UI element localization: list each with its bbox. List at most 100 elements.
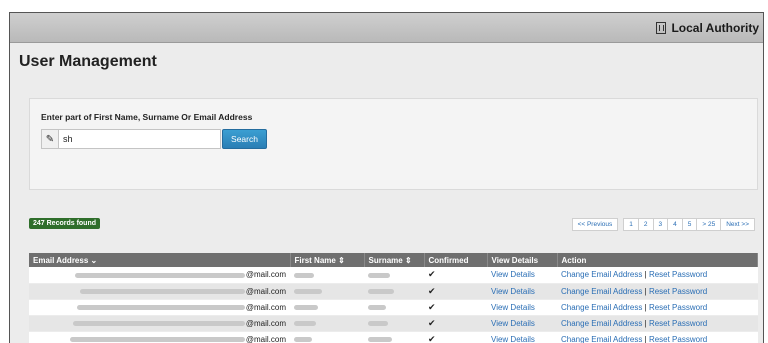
table-row: @mail.com ✔ View Details Change Email Ad… xyxy=(29,315,758,332)
redacted-surname xyxy=(368,336,392,342)
redacted-first-name xyxy=(294,320,316,326)
action-cell: Change Email Address | Reset Password xyxy=(557,315,758,332)
pagination-page-1[interactable]: 1 xyxy=(623,218,639,231)
redacted-email xyxy=(74,272,245,278)
action-separator: | xyxy=(644,302,647,312)
redacted-email xyxy=(72,320,245,326)
pagination-page-2[interactable]: 2 xyxy=(637,218,654,231)
view-details-link[interactable]: View Details xyxy=(491,303,535,312)
email-domain: @mail.com xyxy=(245,302,286,312)
action-separator: | xyxy=(644,286,647,296)
reset-password-link[interactable]: Reset Password xyxy=(649,287,707,296)
first-name-cell xyxy=(290,299,364,316)
reset-password-link[interactable]: Reset Password xyxy=(649,270,707,279)
confirmed-check-icon: ✔ xyxy=(424,299,487,316)
col-action: Action xyxy=(557,253,758,267)
surname-cell xyxy=(364,331,424,343)
confirmed-check-icon: ✔ xyxy=(424,283,487,300)
pagination-page-3[interactable]: 3 xyxy=(652,218,669,231)
pencil-icon: ✎ xyxy=(41,129,58,149)
building-icon xyxy=(656,22,667,34)
email-domain: @mail.com xyxy=(245,286,286,296)
action-cell: Change Email Address | Reset Password xyxy=(557,283,758,300)
redacted-email xyxy=(69,336,245,342)
col-email-address[interactable]: Email Address ⌄ xyxy=(29,253,291,267)
search-input-group: ✎ Search xyxy=(41,129,267,149)
search-label: Enter part of First Name, Surname Or Ema… xyxy=(41,112,253,122)
surname-cell xyxy=(364,267,424,284)
redacted-surname xyxy=(368,304,386,310)
pagination-previous[interactable]: << Previous xyxy=(571,218,619,231)
email-domain: @mail.com xyxy=(245,270,286,280)
redacted-email xyxy=(79,288,245,294)
action-cell: Change Email Address | Reset Password xyxy=(557,299,758,316)
view-details-link[interactable]: View Details xyxy=(491,287,535,296)
pagination-page-last[interactable]: > 25 xyxy=(696,218,722,231)
email-cell: @mail.com xyxy=(29,283,290,300)
first-name-cell xyxy=(290,315,364,332)
records-found-badge: 247 Records found xyxy=(29,218,101,229)
col-first-name[interactable]: First Name ⇕ xyxy=(290,253,365,267)
table-row: @mail.com ✔ View Details Change Email Ad… xyxy=(29,299,758,316)
redacted-surname xyxy=(368,320,388,326)
view-details-link[interactable]: View Details xyxy=(491,335,535,343)
confirmed-check-icon: ✔ xyxy=(424,315,487,332)
change-email-link[interactable]: Change Email Address xyxy=(561,270,642,279)
redacted-surname xyxy=(368,288,394,294)
pagination-page-5[interactable]: 5 xyxy=(681,218,698,231)
action-cell: Change Email Address | Reset Password xyxy=(557,331,758,343)
surname-cell xyxy=(364,283,424,300)
org-name: Local Authority xyxy=(671,21,759,35)
email-cell: @mail.com xyxy=(29,315,290,332)
table-row: @mail.com ✔ View Details Change Email Ad… xyxy=(29,331,758,343)
surname-cell xyxy=(364,315,424,332)
redacted-first-name xyxy=(294,272,314,278)
search-panel: Enter part of First Name, Surname Or Ema… xyxy=(29,98,758,190)
redacted-first-name xyxy=(294,304,318,310)
email-cell: @mail.com xyxy=(29,331,290,343)
reset-password-link[interactable]: Reset Password xyxy=(649,335,707,343)
view-details-link[interactable]: View Details xyxy=(491,270,535,279)
table-header-row: Email Address ⌄ First Name ⇕ Surname ⇕ C… xyxy=(29,253,758,267)
change-email-link[interactable]: Change Email Address xyxy=(561,287,642,296)
reset-password-link[interactable]: Reset Password xyxy=(649,303,707,312)
confirmed-check-icon: ✔ xyxy=(424,331,487,343)
pagination-next[interactable]: Next >> xyxy=(720,218,755,231)
table-row: @mail.com ✔ View Details Change Email Ad… xyxy=(29,267,758,284)
pagination-page-4[interactable]: 4 xyxy=(667,218,683,231)
confirmed-check-icon: ✔ xyxy=(424,267,487,284)
user-table: Email Address ⌄ First Name ⇕ Surname ⇕ C… xyxy=(29,253,758,343)
search-button[interactable]: Search xyxy=(222,129,267,149)
redacted-email xyxy=(76,304,245,310)
action-cell: Change Email Address | Reset Password xyxy=(557,267,758,284)
change-email-link[interactable]: Change Email Address xyxy=(561,319,642,328)
app-window: Local Authority User Management Enter pa… xyxy=(9,12,764,343)
action-separator: | xyxy=(644,318,647,328)
col-confirmed: Confirmed xyxy=(424,253,488,267)
redacted-first-name xyxy=(294,336,312,342)
email-cell: @mail.com xyxy=(29,299,290,316)
redacted-surname xyxy=(368,272,390,278)
surname-cell xyxy=(364,299,424,316)
action-separator: | xyxy=(644,334,647,343)
org-indicator: Local Authority xyxy=(656,21,759,35)
pagination: << Previous 1 2 3 4 5 > 25 Next >> xyxy=(571,218,755,231)
col-surname[interactable]: Surname ⇕ xyxy=(364,253,425,267)
action-separator: | xyxy=(644,270,647,280)
change-email-link[interactable]: Change Email Address xyxy=(561,303,642,312)
email-cell: @mail.com xyxy=(29,267,290,284)
view-details-link[interactable]: View Details xyxy=(491,319,535,328)
first-name-cell xyxy=(290,331,364,343)
redacted-first-name xyxy=(294,288,322,294)
reset-password-link[interactable]: Reset Password xyxy=(649,319,707,328)
table-row: @mail.com ✔ View Details Change Email Ad… xyxy=(29,283,758,300)
page-title: User Management xyxy=(19,53,157,70)
search-input[interactable] xyxy=(58,129,221,149)
change-email-link[interactable]: Change Email Address xyxy=(561,335,642,343)
col-view-details: View Details xyxy=(487,253,558,267)
email-domain: @mail.com xyxy=(245,334,286,343)
first-name-cell xyxy=(290,267,364,284)
first-name-cell xyxy=(290,283,364,300)
top-bar: Local Authority xyxy=(10,13,763,43)
email-domain: @mail.com xyxy=(245,318,286,328)
